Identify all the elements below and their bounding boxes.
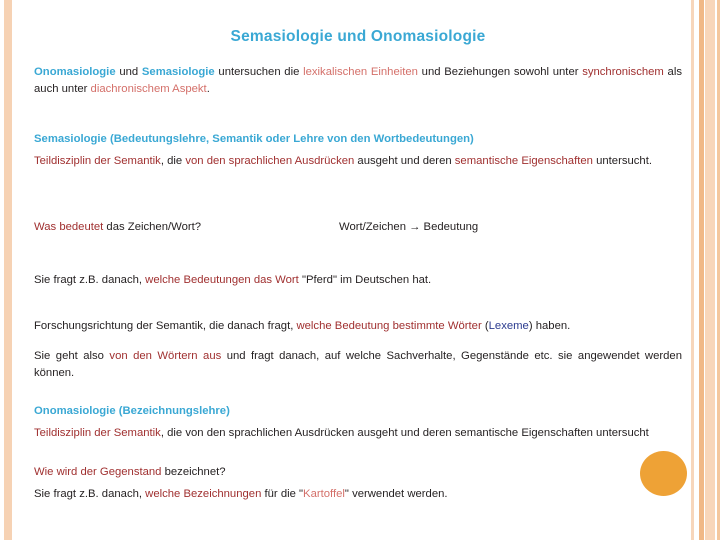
decorative-stripe-left bbox=[4, 0, 12, 540]
heading-onomasiologie: Onomasiologie (Bezeichnungslehre) bbox=[34, 405, 230, 417]
semasiologie-example: Sie fragt z.B. danach, welche Bedeutunge… bbox=[34, 272, 682, 289]
slide-title: Semasiologie und Onomasiologie bbox=[230, 28, 486, 45]
woerter-paragraph: Sie geht also von den Wörtern aus und fr… bbox=[34, 348, 682, 381]
term-semasiologie: Semasiologie bbox=[141, 66, 215, 78]
highlight-teildisziplin-semantik-1: Teildisziplin der Semantik bbox=[34, 155, 161, 167]
sema-question-text: das Zeichen/Wort? bbox=[103, 221, 202, 233]
semasiologie-question: Was bedeutet das Zeichen/Wort? bbox=[34, 219, 334, 236]
semasiologie-direction: Wort/Zeichen → Bedeutung bbox=[339, 219, 669, 236]
intro-paragraph: Onomasiologie und Semasiologie untersuch… bbox=[34, 64, 682, 97]
highlight-lexeme: Lexeme bbox=[488, 320, 529, 332]
sema-direction-text: Wort/Zeichen → Bedeutung bbox=[339, 221, 479, 233]
decorative-stripe-right-1 bbox=[691, 0, 694, 540]
heading-semasiologie: Semasiologie (Bedeutungslehre, Semantik … bbox=[34, 133, 474, 145]
highlight-von-den-sprachlichen-ausdruecken: von den sprachlichen Ausdrücken bbox=[185, 155, 355, 167]
highlight-wie-wird-der-gegenstand: Wie wird der Gegenstand bbox=[34, 466, 162, 478]
onoma-question-text: bezeichnet? bbox=[161, 466, 226, 478]
highlight-welche-bedeutung-bestimmte-woerter: welche Bedeutung bestimmte Wörter bbox=[296, 320, 482, 332]
intro-text-2: untersuchen die bbox=[214, 66, 304, 78]
forsch-text-2: ( bbox=[481, 320, 489, 332]
sema-def-text-3: untersucht. bbox=[592, 155, 652, 167]
sema-def-text-2: ausgeht und deren bbox=[354, 155, 455, 167]
onomasiologie-example: Sie fragt z.B. danach, welche Bezeichnun… bbox=[34, 486, 594, 503]
geht-text-1: Sie geht also bbox=[34, 350, 110, 362]
highlight-von-den-woertern-aus: von den Wörtern aus bbox=[109, 350, 222, 362]
slide-canvas: Semasiologie und Onomasiologie Onomasiol… bbox=[0, 0, 720, 540]
intro-text-5: . bbox=[206, 82, 210, 95]
onomasiologie-question: Wie wird der Gegenstand bezeichnet? bbox=[34, 464, 434, 481]
intro-text-1: und bbox=[115, 66, 142, 78]
sema-def-text-1: , die bbox=[160, 155, 186, 167]
highlight-diachronischem-aspekt: diachronischem Aspekt bbox=[90, 82, 207, 95]
pferd-text-1: Sie fragt z.B. danach, bbox=[34, 274, 146, 286]
highlight-teildisziplin-semantik-2: Teildisziplin der Semantik bbox=[34, 427, 161, 439]
onoma-def-text: , die von den sprachlichen Ausdrücken au… bbox=[160, 427, 649, 439]
highlight-welche-bezeichnungen: welche Bezeichnungen bbox=[145, 488, 262, 500]
slide-content: Semasiologie und Onomasiologie Onomasiol… bbox=[34, 0, 682, 540]
forsch-text-1: Forschungsrichtung der Semantik, die dan… bbox=[34, 320, 297, 332]
kartoffel-text-3: " verwendet werden. bbox=[344, 488, 448, 500]
highlight-welche-bedeutungen-das-wort: welche Bedeutungen das Wort bbox=[145, 274, 299, 286]
highlight-synchronischem: synchronischem bbox=[582, 66, 664, 78]
highlight-was-bedeutet: Was bedeutet bbox=[34, 221, 104, 233]
forsch-text-3: ) haben. bbox=[528, 320, 571, 332]
pferd-text-2: "Pferd" im Deutschen hat. bbox=[298, 274, 432, 286]
semasiologie-definition: Teildisziplin der Semantik, die von den … bbox=[34, 153, 682, 170]
decorative-stripe-right-2 bbox=[699, 0, 704, 540]
highlight-lexikalische-einheiten: lexikalischen Einheiten bbox=[303, 66, 418, 78]
onomasiologie-definition: Teildisziplin der Semantik, die von den … bbox=[34, 425, 682, 442]
kartoffel-text-2: für die " bbox=[261, 488, 304, 500]
kartoffel-text-1: Sie fragt z.B. danach, bbox=[34, 488, 146, 500]
term-onomasiologie: Onomasiologie bbox=[34, 66, 116, 78]
decorative-stripe-right-3 bbox=[705, 0, 715, 540]
forschungsrichtung-paragraph: Forschungsrichtung der Semantik, die dan… bbox=[34, 318, 682, 335]
highlight-semantische-eigenschaften: semantische Eigenschaften bbox=[454, 155, 593, 167]
intro-text-3: und Beziehungen sowohl unter bbox=[417, 66, 583, 78]
highlight-kartoffel: Kartoffel bbox=[303, 488, 345, 500]
